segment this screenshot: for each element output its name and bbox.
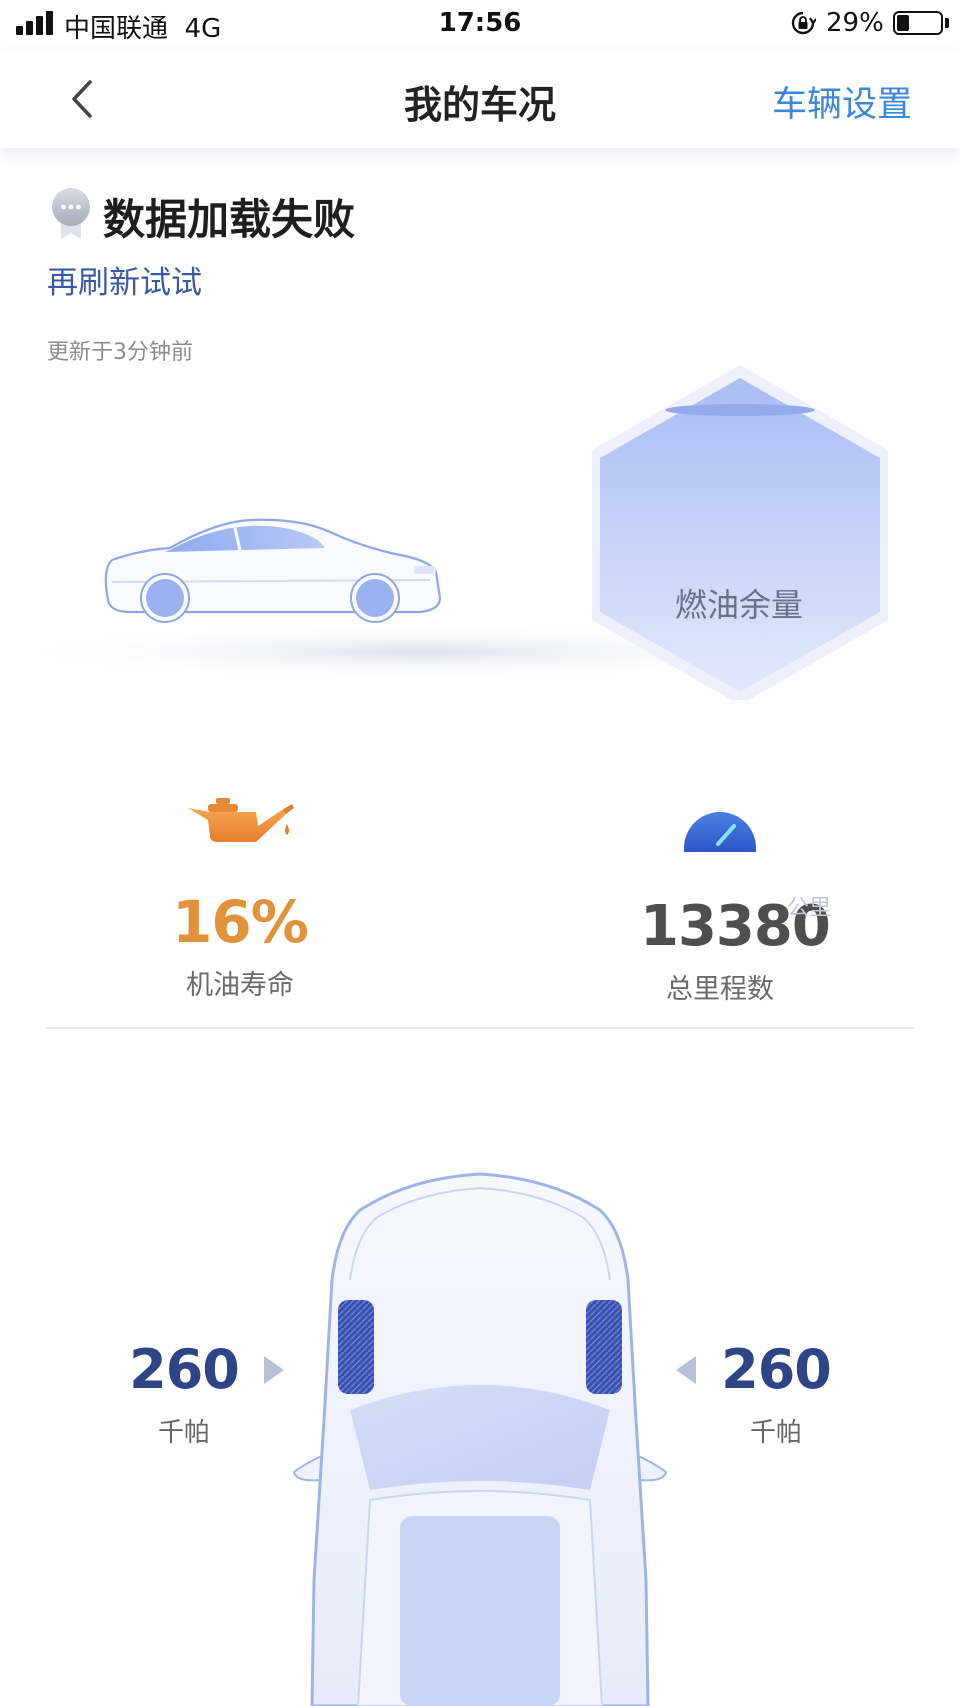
arrow-right-icon xyxy=(264,1356,284,1384)
car-hero-illustration xyxy=(0,365,888,700)
chat-badge-icon xyxy=(52,188,90,239)
odometer-value: 13380 xyxy=(640,894,831,959)
sedan-side-icon xyxy=(104,518,442,623)
fuel-remaining-label: 燃油余量 xyxy=(674,586,803,624)
oil-can-icon xyxy=(188,798,294,842)
front-right-tire xyxy=(586,1300,622,1394)
front-left-tire xyxy=(338,1300,374,1394)
vehicle-settings-button[interactable]: 车辆设置 xyxy=(772,76,912,127)
sunroof xyxy=(400,1516,560,1706)
front-right-pressure-unit: 千帕 xyxy=(749,1418,802,1448)
oil-life-value: 16% xyxy=(172,888,309,956)
load-status-title: 数据加载失败 xyxy=(103,195,356,244)
battery-cap xyxy=(945,18,949,28)
status-bar: 中国联通 4G 17:56 29% xyxy=(0,0,960,50)
rotation-lock-icon xyxy=(791,11,816,35)
battery-icon xyxy=(893,11,943,35)
clock: 17:56 xyxy=(438,8,522,38)
odometer-label: 总里程数 xyxy=(666,974,774,1005)
windshield xyxy=(350,1385,610,1490)
arrow-left-icon xyxy=(676,1356,696,1384)
battery-percent: 29% xyxy=(826,8,884,38)
oil-life-label: 机油寿命 xyxy=(186,970,294,1001)
front-right-pressure-value: 260 xyxy=(721,1338,832,1401)
speedometer-icon xyxy=(684,812,756,852)
front-left-pressure-unit: 千帕 xyxy=(157,1418,210,1448)
fuel-level-surface xyxy=(665,404,815,416)
front-left-pressure-value: 260 xyxy=(129,1338,240,1401)
nav-bar: 我的车况 车辆设置 xyxy=(0,50,960,148)
section-divider xyxy=(46,1027,914,1029)
odometer-unit: 公里 xyxy=(787,896,832,921)
car-top-view-illustration xyxy=(292,1172,668,1706)
retry-refresh-link[interactable]: 再刷新试试 xyxy=(47,257,202,302)
